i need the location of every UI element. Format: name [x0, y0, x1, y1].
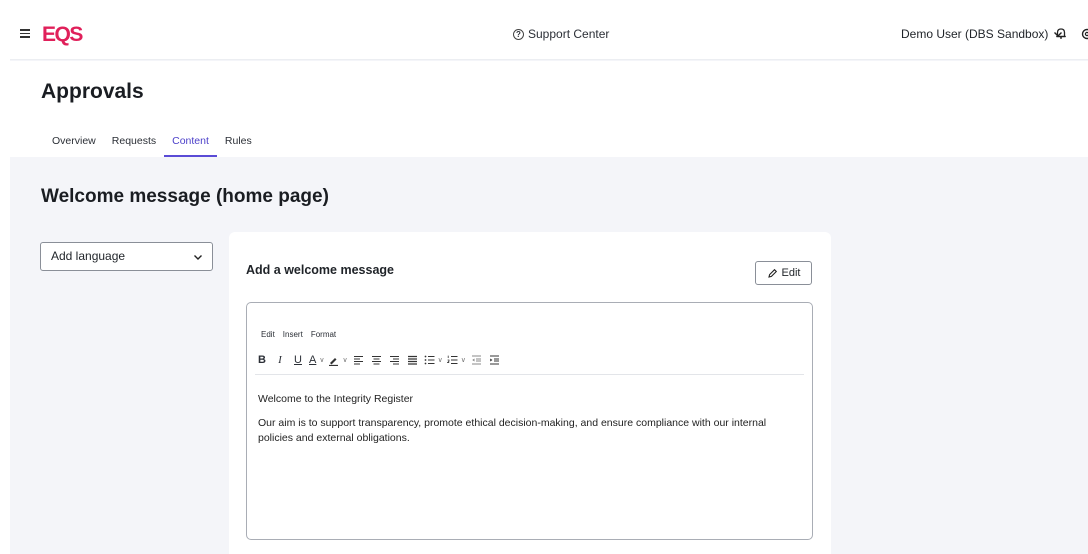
toolbar-divider — [255, 374, 804, 375]
welcome-message-card: Add a welcome message Edit Edit Insert F… — [229, 232, 831, 554]
tab-content[interactable]: Content — [164, 134, 217, 157]
edit-button[interactable]: Edit — [755, 261, 812, 285]
page-header: Approvals Overview Requests Content Rule… — [10, 61, 1088, 157]
editor-menu-insert[interactable]: Insert — [283, 330, 303, 339]
support-center-link[interactable]: ? Support Center — [513, 27, 609, 41]
tab-requests[interactable]: Requests — [104, 134, 164, 157]
page-title: Approvals — [41, 80, 144, 103]
svg-text:EQS: EQS — [42, 23, 83, 46]
align-center-icon[interactable] — [370, 352, 384, 368]
tab-rules[interactable]: Rules — [217, 134, 260, 157]
window-left-edge — [0, 10, 10, 554]
bold-icon[interactable]: B — [255, 352, 269, 368]
bell-icon[interactable] — [1055, 27, 1067, 40]
add-language-select[interactable]: Add language — [40, 242, 213, 271]
editor-toolbar: B I U A ∨ ∨ ∨ ∨ — [255, 351, 506, 369]
eqs-logo[interactable]: EQS — [42, 22, 90, 46]
outdent-icon[interactable] — [470, 352, 484, 368]
underline-icon[interactable]: U — [291, 352, 305, 368]
align-right-icon[interactable] — [388, 352, 402, 368]
editor-menu-edit[interactable]: Edit — [261, 330, 275, 339]
text-color-icon[interactable]: A ∨ — [309, 352, 324, 368]
aim-paragraph: Our aim is to support transparency, prom… — [258, 417, 767, 444]
window-top-strip — [0, 0, 1088, 10]
tab-bar: Overview Requests Content Rules — [41, 134, 260, 157]
numbered-list-icon[interactable]: ∨ — [446, 352, 466, 368]
user-name-label: Demo User (DBS Sandbox) — [901, 27, 1049, 41]
tab-overview[interactable]: Overview — [41, 134, 104, 157]
welcome-paragraph: Welcome to the Integrity Register — [258, 393, 414, 405]
help-circle-icon: ? — [513, 28, 524, 40]
editor-content[interactable]: Welcome to the Integrity Register Our ai… — [258, 392, 798, 455]
rich-text-editor[interactable]: Edit Insert Format B I U A ∨ ∨ ∨ ∨ Welco… — [246, 302, 813, 540]
chevron-down-icon — [194, 255, 202, 260]
highlight-icon[interactable]: ∨ — [328, 352, 348, 368]
hamburger-menu-icon[interactable] — [20, 29, 30, 38]
italic-icon[interactable]: I — [273, 352, 287, 368]
card-title: Add a welcome message — [246, 263, 394, 277]
section-title: Welcome message (home page) — [41, 186, 329, 207]
pencil-icon — [767, 268, 777, 278]
settings-gear-icon[interactable] — [1080, 27, 1088, 41]
bullet-list-icon[interactable]: ∨ — [424, 352, 443, 368]
app-frame: EQS ? Support Center Demo User (DBS Sand… — [10, 10, 1088, 554]
editor-menu-format[interactable]: Format — [311, 330, 336, 339]
align-left-icon[interactable] — [352, 352, 366, 368]
edit-button-label: Edit — [781, 267, 801, 279]
editor-menubar: Edit Insert Format — [261, 330, 344, 339]
top-bar: EQS ? Support Center Demo User (DBS Sand… — [10, 10, 1088, 60]
indent-icon[interactable] — [488, 352, 502, 368]
align-justify-icon[interactable] — [406, 352, 420, 368]
add-language-label: Add language — [51, 249, 126, 263]
user-menu[interactable]: Demo User (DBS Sandbox) — [901, 27, 1063, 41]
support-center-label: Support Center — [528, 27, 610, 41]
